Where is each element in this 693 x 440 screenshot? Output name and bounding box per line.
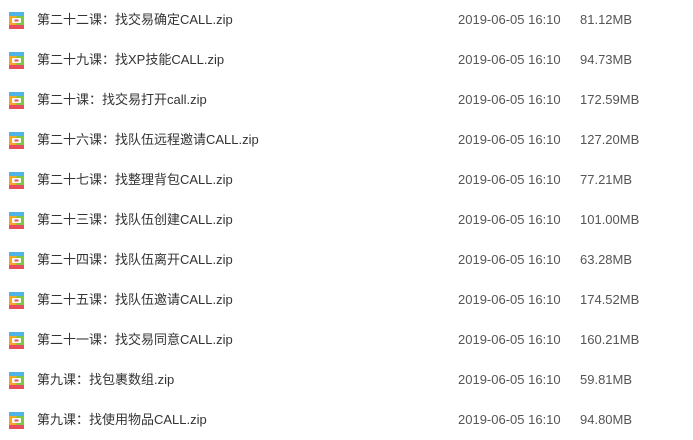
file-modified-date: 2019-06-05 16:10 xyxy=(458,212,561,227)
file-row[interactable]: 第二十课：找交易打开call.zip 2019-06-05 16:10 172.59… xyxy=(0,80,693,120)
file-row[interactable]: 第二十一课：找交易同意CALL.zip 2019-06-05 16:10 160.2… xyxy=(0,320,693,360)
file-size: 94.73MB xyxy=(580,52,633,67)
file-name[interactable]: 第九课：找包裹数组.zip xyxy=(37,371,174,389)
file-size: 160.21MB xyxy=(580,332,640,347)
file-row[interactable]: 第二十五课：找队伍邀请CALL.zip 2019-06-05 16:10 174.5… xyxy=(0,280,693,320)
file-modified-date: 2019-06-05 16:10 xyxy=(458,292,561,307)
file-list: 第二十二课：找交易确定CALL.zip 2019-06-05 16:10 81.12… xyxy=(0,0,693,437)
archive-file-icon[interactable] xyxy=(6,410,27,431)
file-name[interactable]: 第二十四课：找队伍离开CALL.zip xyxy=(37,251,233,269)
file-name[interactable]: 第九课：找使用物品CALL.zip xyxy=(37,411,207,429)
archive-file-icon[interactable] xyxy=(6,90,27,111)
file-size: 174.52MB xyxy=(580,292,640,307)
file-modified-date: 2019-06-05 16:10 xyxy=(458,172,561,187)
file-row[interactable]: 第九课：找包裹数组.zip 2019-06-05 16:10 59.81MB xyxy=(0,360,693,400)
file-size: 127.20MB xyxy=(580,132,640,147)
file-size: 94.80MB xyxy=(580,412,633,427)
file-name[interactable]: 第二十二课：找交易确定CALL.zip xyxy=(37,11,233,29)
file-row[interactable]: 第二十九课：找XP技能CALL.zip 2019-06-05 16:10 94.73… xyxy=(0,40,693,80)
file-row[interactable]: 第二十三课：找队伍创建CALL.zip 2019-06-05 16:10 101.0… xyxy=(0,200,693,240)
archive-file-icon[interactable] xyxy=(6,290,27,311)
file-row[interactable]: 第九课：找使用物品CALL.zip 2019-06-05 16:10 94.80MB xyxy=(0,400,693,440)
archive-file-icon[interactable] xyxy=(6,170,27,191)
archive-file-icon[interactable] xyxy=(6,330,27,351)
file-modified-date: 2019-06-05 16:10 xyxy=(458,12,561,27)
file-row[interactable]: 第二十七课：找整理背包CALL.zip 2019-06-05 16:10 77.21… xyxy=(0,160,693,200)
file-size: 59.81MB xyxy=(580,372,633,387)
archive-file-icon[interactable] xyxy=(6,250,27,271)
file-name[interactable]: 第二十五课：找队伍邀请CALL.zip xyxy=(37,291,233,309)
file-size: 172.59MB xyxy=(580,92,640,107)
file-name[interactable]: 第二十一课：找交易同意CALL.zip xyxy=(37,331,233,349)
file-modified-date: 2019-06-05 16:10 xyxy=(458,372,561,387)
file-name[interactable]: 第二十课：找交易打开call.zip xyxy=(37,91,207,109)
file-modified-date: 2019-06-05 16:10 xyxy=(458,412,561,427)
file-name[interactable]: 第二十三课：找队伍创建CALL.zip xyxy=(37,211,233,229)
file-size: 81.12MB xyxy=(580,12,633,27)
file-row[interactable]: 第二十二课：找交易确定CALL.zip 2019-06-05 16:10 81.12… xyxy=(0,0,693,40)
file-size: 101.00MB xyxy=(580,212,640,227)
file-modified-date: 2019-06-05 16:10 xyxy=(458,52,561,67)
archive-file-icon[interactable] xyxy=(6,10,27,31)
file-size: 63.28MB xyxy=(580,252,633,267)
file-name[interactable]: 第二十七课：找整理背包CALL.zip xyxy=(37,171,233,189)
file-row[interactable]: 第二十四课：找队伍离开CALL.zip 2019-06-05 16:10 63.28… xyxy=(0,240,693,280)
archive-file-icon[interactable] xyxy=(6,370,27,391)
file-name[interactable]: 第二十九课：找XP技能CALL.zip xyxy=(37,51,224,69)
file-name[interactable]: 第二十六课：找队伍远程邀请CALL.zip xyxy=(37,131,259,149)
archive-file-icon[interactable] xyxy=(6,130,27,151)
file-row[interactable]: 第二十六课：找队伍远程邀请CALL.zip 2019-06-05 16:10 127… xyxy=(0,120,693,160)
file-modified-date: 2019-06-05 16:10 xyxy=(458,92,561,107)
file-modified-date: 2019-06-05 16:10 xyxy=(458,132,561,147)
file-modified-date: 2019-06-05 16:10 xyxy=(458,252,561,267)
file-modified-date: 2019-06-05 16:10 xyxy=(458,332,561,347)
archive-file-icon[interactable] xyxy=(6,210,27,231)
archive-file-icon[interactable] xyxy=(6,50,27,71)
file-size: 77.21MB xyxy=(580,172,633,187)
